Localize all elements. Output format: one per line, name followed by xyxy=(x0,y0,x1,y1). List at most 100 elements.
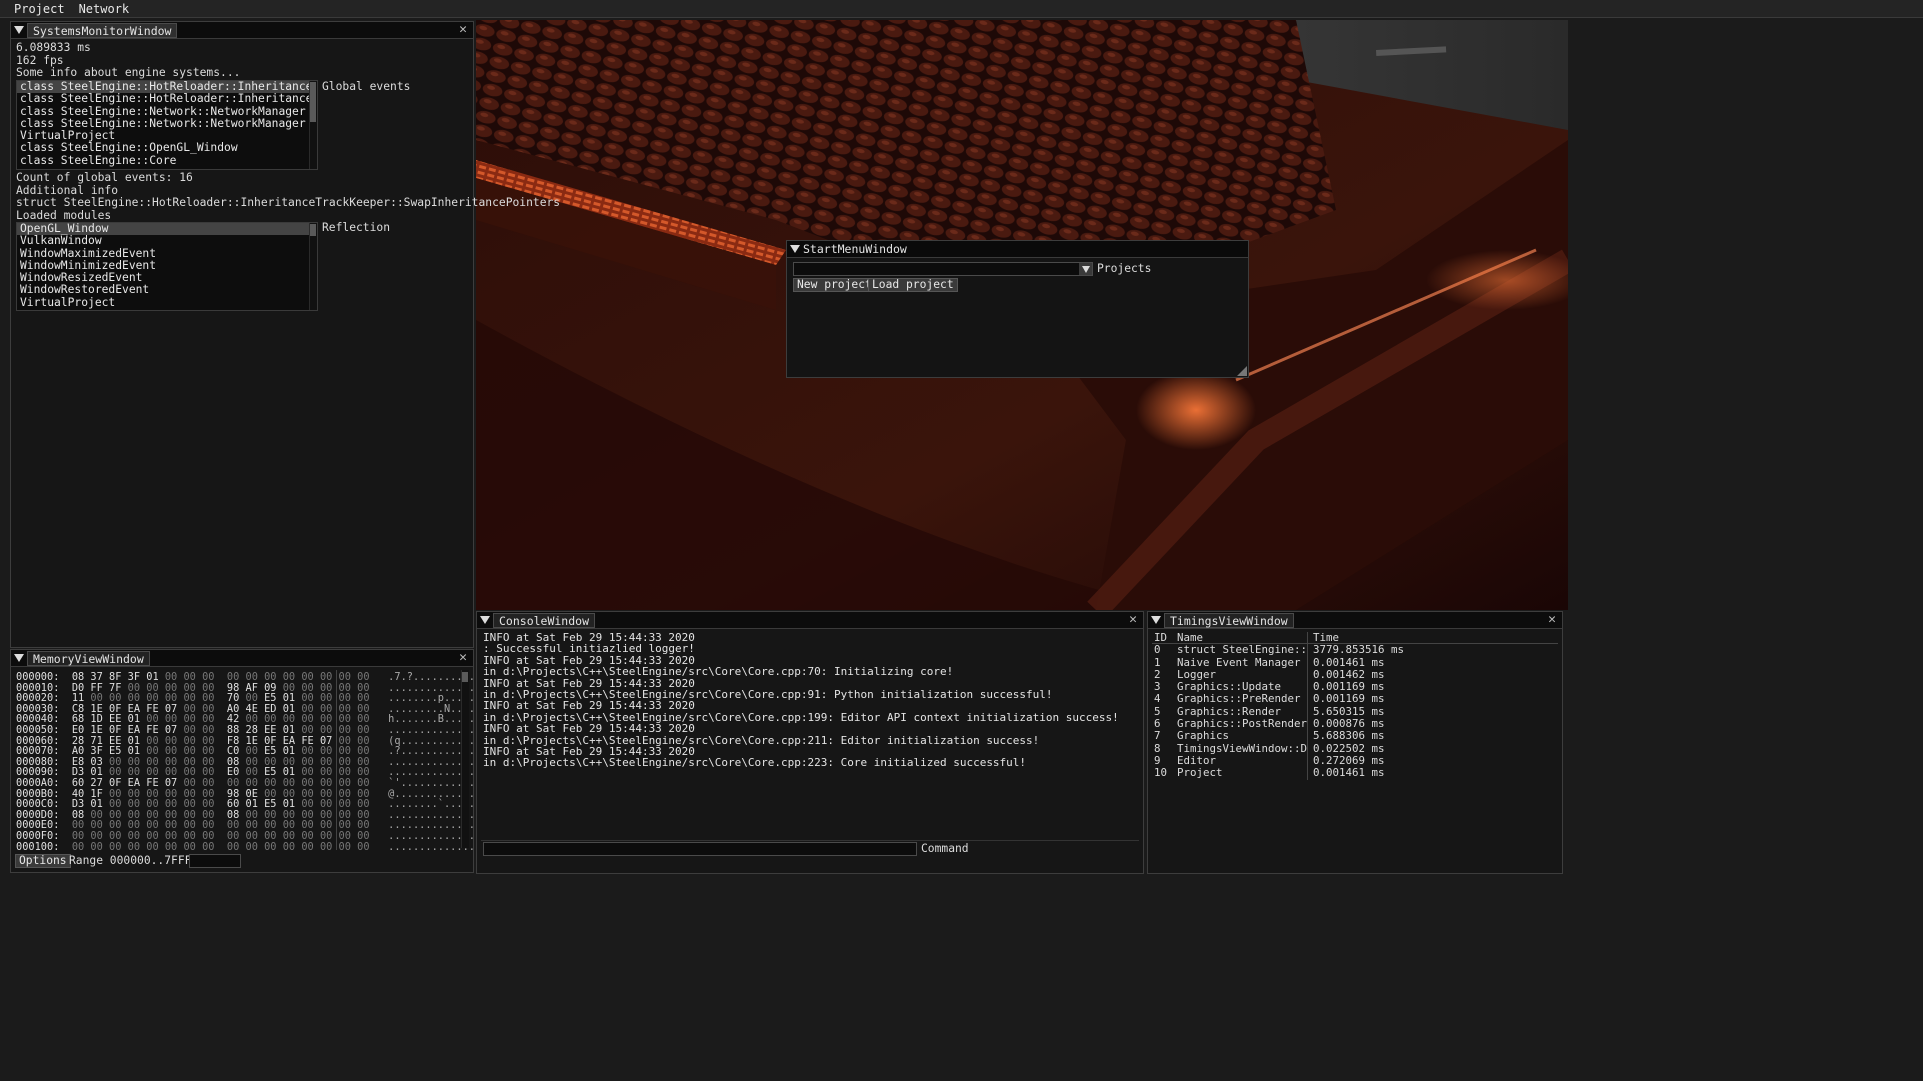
hex-byte[interactable]: 00 xyxy=(165,841,177,853)
column-header-id[interactable]: ID xyxy=(1152,631,1174,644)
reflection-list[interactable]: OpenGL_Window VulkanWindow WindowMaximiz… xyxy=(16,222,318,311)
table-row[interactable]: 10 Project 0.001461 ms xyxy=(1152,766,1558,780)
scrollbar[interactable] xyxy=(309,223,317,310)
list-item[interactable]: WindowRestoredEvent xyxy=(17,284,317,297)
log-line: INFO at Sat Feb 29 15:44:33 2020 xyxy=(483,722,695,736)
resize-grip-icon[interactable] xyxy=(1237,366,1247,376)
window-title: StartMenuWindow xyxy=(803,242,907,256)
systems-monitor-titlebar[interactable]: SystemsMonitorWindow ✕ xyxy=(11,22,473,39)
timing-time: 3779.853516 ms xyxy=(1313,643,1405,657)
hex-byte[interactable]: 00 xyxy=(128,841,140,853)
hex-byte[interactable]: 00 xyxy=(90,841,102,853)
close-icon[interactable]: ✕ xyxy=(1548,612,1556,628)
global-events-list[interactable]: class SteelEngine::HotReloader::Inherita… xyxy=(16,80,318,170)
collapse-icon[interactable] xyxy=(1148,612,1164,629)
hex-byte[interactable]: 00 xyxy=(320,841,332,853)
timing-name: Logger xyxy=(1174,668,1308,682)
scrollbar[interactable] xyxy=(309,81,317,169)
options-button[interactable]: Options xyxy=(15,854,71,868)
list-item[interactable]: class SteelEngine::Core xyxy=(17,154,317,167)
close-icon[interactable]: ✕ xyxy=(459,650,467,666)
timing-id: 10 xyxy=(1154,766,1168,780)
chevron-down-icon[interactable] xyxy=(1079,263,1092,275)
timings-titlebar[interactable]: TimingsViewWindow ✕ xyxy=(1148,612,1562,629)
hex-byte[interactable]: 00 xyxy=(227,841,239,853)
list-item[interactable]: VulkanWindow xyxy=(17,234,317,247)
close-icon[interactable]: ✕ xyxy=(1129,612,1137,628)
timings-table: ID Name Time 0 struct SteelEngine::Res 377… xyxy=(1152,631,1558,780)
list-item[interactable]: class SteelEngine::OpenGL_Window xyxy=(17,142,317,155)
timing-name: Editor xyxy=(1174,754,1308,768)
list-item[interactable]: VirtualProject xyxy=(17,296,317,309)
memory-view-titlebar[interactable]: MemoryViewWindow ✕ xyxy=(11,650,473,667)
start-menu-window: StartMenuWindow Projects New project Loa… xyxy=(786,240,1249,378)
new-project-button[interactable]: New project xyxy=(793,278,876,292)
global-events-count: Count of global events: 16 xyxy=(16,171,193,184)
timing-name: Graphics::PostRender xyxy=(1174,718,1308,731)
timing-name: Naive Event Manager xyxy=(1174,656,1308,669)
hex-byte[interactable]: 00 xyxy=(146,841,158,853)
scrollbar-thumb[interactable] xyxy=(310,224,316,236)
systems-monitor-window: SystemsMonitorWindow ✕ 6.089833 ms 162 f… xyxy=(10,21,560,648)
console-log: INFO at Sat Feb 29 15:44:33 2020 : Succe… xyxy=(483,632,1119,769)
scrollbar-thumb[interactable] xyxy=(462,672,468,682)
command-input[interactable] xyxy=(483,842,917,856)
close-icon[interactable]: ✕ xyxy=(459,22,467,38)
hex-byte[interactable]: 00 xyxy=(72,841,84,853)
window-title: MemoryViewWindow xyxy=(27,650,150,666)
table-row[interactable]: 0 struct SteelEngine::Res 3779.853516 ms xyxy=(1152,643,1558,657)
collapse-icon[interactable] xyxy=(477,612,493,629)
hex-byte[interactable]: 00 xyxy=(202,841,214,853)
timing-name: Graphics::Render xyxy=(1174,705,1308,719)
console-window: ConsoleWindow ✕ INFO at Sat Feb 29 15:44… xyxy=(476,611,1144,874)
hex-byte[interactable]: 00 xyxy=(301,841,313,853)
range-label: Range 000000..7FFFFF xyxy=(69,854,206,867)
hex-byte[interactable]: 00 xyxy=(339,841,351,853)
scrollbar-thumb[interactable] xyxy=(310,82,316,122)
hex-ascii: ................ xyxy=(388,840,488,853)
timing-id: 0 xyxy=(1154,643,1161,657)
collapse-icon[interactable] xyxy=(11,22,27,39)
menu-network[interactable]: Network xyxy=(79,2,130,16)
log-line: in d:\Projects\C++\SteelEngine/src\Core\… xyxy=(483,665,954,679)
console-divider xyxy=(481,840,1139,841)
memory-view-window: MemoryViewWindow ✕ 000000: 08 37 8F 3F 0… xyxy=(10,649,487,873)
global-events-label: Global events xyxy=(322,80,411,93)
window-title: SystemsMonitorWindow xyxy=(27,22,178,38)
reflection-label: Reflection xyxy=(322,221,391,234)
table-row[interactable]: 4 Graphics::PreRender 0.001169 ms xyxy=(1152,692,1558,706)
timing-time: 0.001169 ms xyxy=(1313,692,1385,706)
timing-name: TimingsViewWindow::Draw xyxy=(1174,742,1308,755)
column-header-time[interactable]: Time xyxy=(1308,631,1558,644)
timing-time: 0.001461 ms xyxy=(1313,766,1385,780)
projects-combo[interactable] xyxy=(793,262,1093,276)
hex-byte[interactable]: 00 xyxy=(109,841,121,853)
timing-name: Graphics::Update xyxy=(1174,681,1308,694)
collapse-icon[interactable] xyxy=(787,241,803,258)
collapse-icon[interactable] xyxy=(11,650,27,667)
hex-byte[interactable]: 00 xyxy=(357,841,369,853)
scrollbar[interactable] xyxy=(461,670,469,848)
list-item[interactable]: class SteelEngine::HotReloader::Inherita… xyxy=(17,92,317,105)
loaded-modules-label: Loaded modules xyxy=(16,208,112,222)
menu-bar: Project Network xyxy=(0,0,1923,18)
load-project-button[interactable]: Load project xyxy=(868,278,958,292)
start-menu-titlebar[interactable]: StartMenuWindow xyxy=(787,241,1248,258)
table-row[interactable]: 7 Graphics 5.688306 ms xyxy=(1152,730,1558,743)
command-label: Command xyxy=(921,842,969,855)
hex-byte[interactable]: 00 xyxy=(246,841,258,853)
log-line: in d:\Projects\C++\SteelEngine/src\Core\… xyxy=(483,756,1027,770)
hex-row[interactable]: 000100: 00 00 00 00 00 00 00 00 00 00 00… xyxy=(16,840,488,854)
hex-byte[interactable]: 00 xyxy=(264,841,276,853)
struct-line: struct SteelEngine::HotReloader::Inherit… xyxy=(16,196,561,209)
hex-byte[interactable]: 00 xyxy=(283,841,295,853)
projects-label: Projects xyxy=(1097,262,1152,275)
hex-byte[interactable]: 00 xyxy=(183,841,195,853)
frame-time: 6.089833 ms xyxy=(16,41,91,54)
timing-name: Graphics::PreRender xyxy=(1174,693,1308,706)
menu-project[interactable]: Project xyxy=(14,2,65,16)
column-header-name[interactable]: Name xyxy=(1174,632,1308,644)
console-titlebar[interactable]: ConsoleWindow ✕ xyxy=(477,612,1143,629)
goto-address-input[interactable] xyxy=(189,854,241,868)
window-title: ConsoleWindow xyxy=(493,612,596,628)
